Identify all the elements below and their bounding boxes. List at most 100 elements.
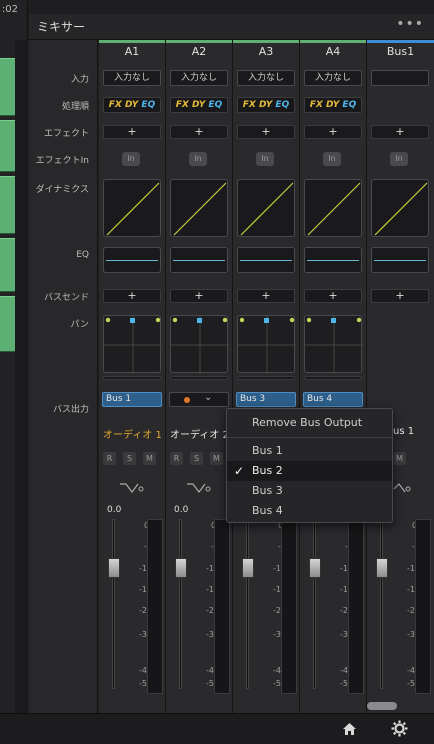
processing-order-button[interactable]: FX DY EQ [170,97,228,113]
volume-fader-knob[interactable] [108,558,120,578]
processing-order-button[interactable]: FX DY EQ [237,97,295,113]
processing-order-button[interactable]: FX DY EQ [103,97,161,113]
automation-icon[interactable] [393,481,411,495]
add-effect-button[interactable]: + [304,125,362,139]
pan-control[interactable] [170,315,229,374]
dynamics-curve-icon [106,182,160,236]
channel-name: A2 [166,40,232,60]
bus-send-button[interactable]: + [304,289,362,303]
solo-button[interactable]: S [123,452,136,465]
dy-tag: DY [258,100,273,110]
fader-track [112,519,115,689]
eq-tag: EQ [141,100,156,110]
bus-send-button[interactable]: + [170,289,228,303]
horizontal-scrollbar[interactable] [367,702,397,710]
add-effect-button[interactable]: + [237,125,295,139]
timeline-clip[interactable] [0,120,15,172]
timeline-clip[interactable] [0,58,15,116]
bus-output-select[interactable]: ⌄ [169,392,229,407]
dynamics-graph[interactable] [103,179,161,237]
effects-in-button[interactable]: In [256,152,274,166]
add-effect-button[interactable]: + [170,125,228,139]
input-select[interactable] [371,70,429,86]
timeline-strip: :02 [0,0,28,713]
add-effect-button[interactable]: + [371,125,429,139]
eq-graph[interactable] [170,247,228,273]
effects-in-button[interactable]: In [189,152,207,166]
pan-bar[interactable] [103,376,161,380]
dynamics-graph[interactable] [170,179,228,237]
automation-icon[interactable] [186,481,212,495]
mute-button[interactable]: M [210,452,223,465]
menu-item-bus-1[interactable]: Bus 1 [227,441,392,461]
solo-button[interactable]: S [190,452,203,465]
bus-output-select[interactable]: Bus 1 [102,392,162,407]
menu-item-bus-3[interactable]: Bus 3 [227,481,392,501]
track-name[interactable]: オーディオ 2 [170,426,229,441]
pan-bar[interactable] [237,376,295,380]
home-icon[interactable] [342,722,357,736]
mute-button[interactable]: M [143,452,156,465]
mixer-header: ミキサー ••• [29,14,434,40]
channel-strip-a1: A1 入力なし FX DY EQ + In + Bus 1 オーディオ 1 R … [99,40,166,713]
mute-button[interactable]: M [393,452,406,465]
pan-bar[interactable] [304,376,362,380]
dynamics-curve-icon [173,182,227,236]
channel-name: Bus1 [367,40,434,60]
bus-output-dropdown: Remove Bus Output Bus 1 ✓ Bus 2 Bus 3 Bus… [226,408,393,523]
eq-curve [173,260,225,261]
bus-send-button[interactable]: + [237,289,295,303]
volume-fader-knob[interactable] [309,558,321,578]
pan-control[interactable] [237,315,296,374]
pan-control[interactable] [103,315,162,374]
volume-fader-knob[interactable] [376,558,388,578]
more-options-icon[interactable]: ••• [396,16,424,32]
input-select[interactable]: 入力なし [304,70,362,86]
input-select[interactable]: 入力なし [170,70,228,86]
bus-output-select[interactable]: Bus 4 [303,392,363,407]
input-select[interactable]: 入力なし [103,70,161,86]
level-meter [281,519,297,694]
timeline-clip[interactable] [0,296,15,352]
eq-curve [374,260,426,261]
volume-fader-knob[interactable] [242,558,254,578]
timeline-divider [15,40,28,713]
bus-send-button[interactable]: + [371,289,429,303]
pan-bar[interactable] [170,376,228,380]
bus-output-select[interactable]: Bus 3 [236,392,296,407]
effects-in-button[interactable]: In [390,152,408,166]
eq-graph[interactable] [371,247,429,273]
eq-graph[interactable] [103,247,161,273]
fx-tag: FX [108,100,122,110]
eq-tag: EQ [208,100,223,110]
track-name[interactable]: us 1 [393,426,414,437]
pan-control[interactable] [304,315,363,374]
eq-graph[interactable] [237,247,295,273]
menu-item-label: Bus 2 [252,464,283,477]
timeline-clip[interactable] [0,176,15,234]
record-button[interactable]: R [103,452,116,465]
volume-fader-knob[interactable] [175,558,187,578]
bus-send-button[interactable]: + [103,289,161,303]
fader-value: 0.0 [107,505,122,515]
record-button[interactable]: R [170,452,183,465]
timeline-clip[interactable] [0,238,15,292]
dynamics-graph[interactable] [237,179,295,237]
row-labels: 入力 処理順 エフェクト エフェクトIn ダイナミクス EQ バスセンド パン … [29,40,98,713]
automation-icon[interactable] [119,481,145,495]
dynamics-graph[interactable] [304,179,362,237]
channel-name: A4 [300,40,366,60]
menu-item-bus-2[interactable]: ✓ Bus 2 [227,461,392,481]
channel-strip-a4: A4 入力なし FX DY EQ + In + Bus 4 -5 -10 -15… [300,40,367,713]
gear-icon[interactable] [391,720,408,737]
track-name[interactable]: オーディオ 1 [103,426,162,441]
processing-order-button[interactable]: FX DY EQ [304,97,362,113]
effects-in-button[interactable]: In [122,152,140,166]
input-select[interactable]: 入力なし [237,70,295,86]
effects-in-button[interactable]: In [323,152,341,166]
menu-item-bus-4[interactable]: Bus 4 [227,501,392,521]
dynamics-graph[interactable] [371,179,429,237]
remove-bus-output-item[interactable]: Remove Bus Output [227,413,392,433]
add-effect-button[interactable]: + [103,125,161,139]
eq-graph[interactable] [304,247,362,273]
